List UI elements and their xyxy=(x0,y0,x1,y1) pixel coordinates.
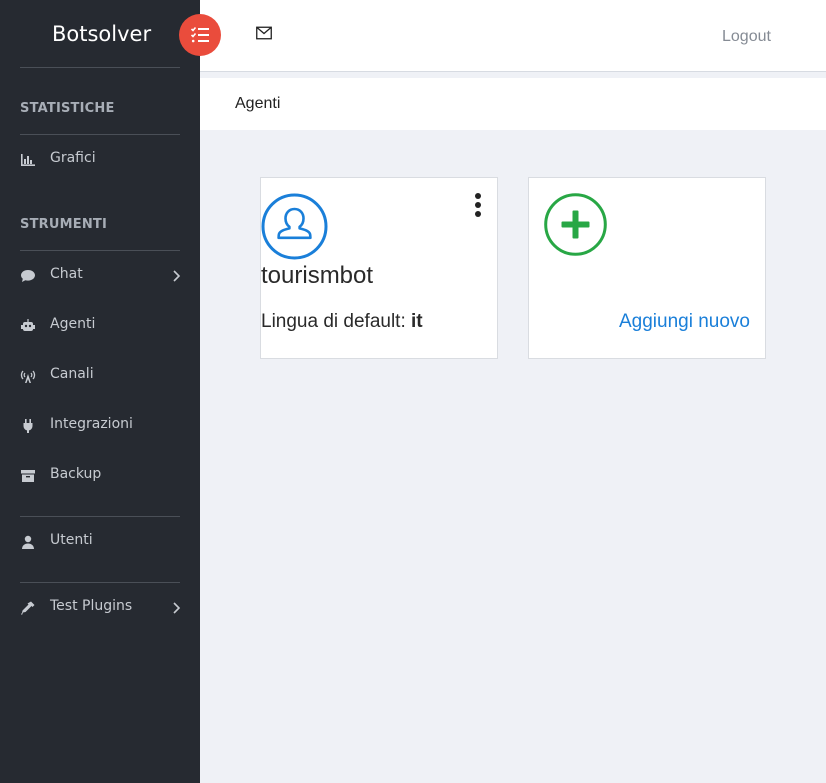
sidebar-toggle-button[interactable] xyxy=(179,14,221,56)
divider xyxy=(20,250,180,251)
sidebar-item-label: Grafici xyxy=(50,150,96,166)
brand: Botsolver xyxy=(0,0,200,68)
divider xyxy=(20,582,180,583)
divider xyxy=(20,516,180,517)
sidebar-item-integrazioni[interactable]: Integrazioni xyxy=(0,408,200,444)
plus-circle-icon[interactable] xyxy=(544,193,607,256)
page-title: Agenti xyxy=(235,95,281,112)
sidebar-item-label: Utenti xyxy=(50,532,93,548)
add-agent-card[interactable]: Aggiungi nuovo xyxy=(528,177,766,359)
sidebar-item-canali[interactable]: Canali xyxy=(0,358,200,394)
divider xyxy=(20,67,180,68)
sidebar-item-utenti[interactable]: Utenti xyxy=(0,524,200,560)
agent-language: Lingua di default: it xyxy=(261,311,423,333)
sidebar-item-backup[interactable]: Backup xyxy=(0,458,200,494)
sidebar-item-label: Test Plugins xyxy=(50,598,133,614)
sidebar-item-label: Agenti xyxy=(50,316,96,332)
section-title-strumenti: STRUMENTI xyxy=(20,217,107,232)
comment-icon xyxy=(21,270,35,282)
sidebar-item-agenti[interactable]: Agenti xyxy=(0,308,200,344)
sidebar-item-label: Backup xyxy=(50,466,102,482)
sidebar-item-label: Integrazioni xyxy=(50,416,133,432)
sidebar: Botsolver STATISTICHE Grafici STRUMENTI … xyxy=(0,0,200,783)
user-avatar-icon xyxy=(261,193,328,260)
broadcast-tower-icon xyxy=(20,370,36,383)
envelope-icon[interactable] xyxy=(256,26,272,40)
robot-icon xyxy=(21,319,35,331)
sidebar-item-test-plugins[interactable]: Test Plugins xyxy=(0,590,200,626)
sidebar-item-grafici[interactable]: Grafici xyxy=(0,142,200,178)
divider xyxy=(20,134,180,135)
bar-chart-icon xyxy=(21,154,35,166)
agent-language-label: Lingua di default: xyxy=(261,311,406,332)
sidebar-item-label: Chat xyxy=(50,266,83,282)
add-new-link[interactable]: Aggiungi nuovo xyxy=(619,311,750,333)
agent-name: tourismbot xyxy=(261,262,374,289)
brand-name: Botsolver xyxy=(52,22,152,46)
section-title-statistiche: STATISTICHE xyxy=(20,101,115,116)
tasks-list-icon xyxy=(190,26,209,43)
eyedropper-icon xyxy=(21,601,35,615)
sidebar-item-chat[interactable]: Chat xyxy=(0,258,200,294)
archive-icon xyxy=(21,470,35,482)
logout-link[interactable]: Logout xyxy=(722,28,771,46)
sidebar-item-label: Canali xyxy=(50,366,94,382)
breadcrumb: Agenti xyxy=(200,78,826,130)
agent-card[interactable]: tourismbot Lingua di default: it xyxy=(260,177,498,359)
plug-icon xyxy=(23,419,33,433)
more-vertical-icon[interactable] xyxy=(473,192,483,218)
chevron-right-icon xyxy=(173,270,181,282)
agent-language-value: it xyxy=(411,311,423,332)
top-bar: Logout xyxy=(200,0,826,72)
chevron-right-icon xyxy=(173,602,181,614)
user-icon xyxy=(22,535,34,549)
